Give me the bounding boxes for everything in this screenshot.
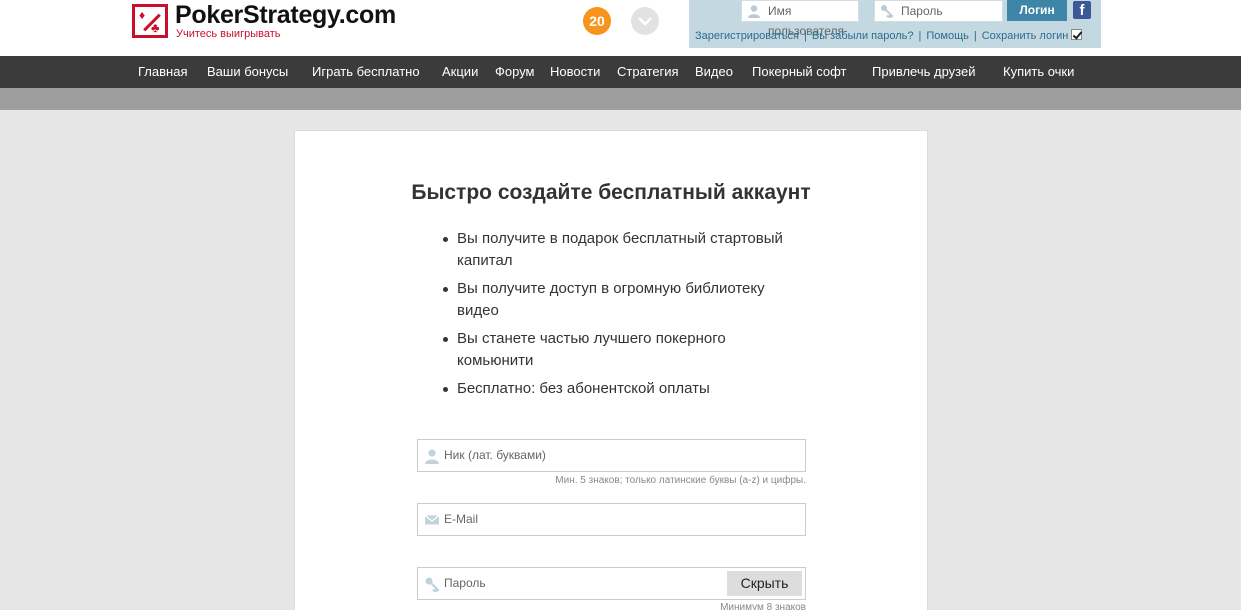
nav-item-invite-friends[interactable]: Привлечь друзей xyxy=(872,56,975,88)
forgot-password-link[interactable]: Вы забыли пароль? xyxy=(812,30,914,42)
benefits-list: Вы получите в подарок бесплатный стартов… xyxy=(443,228,797,406)
logo-name: PokerStrategy.com xyxy=(175,1,396,29)
register-link[interactable]: Зарегистрироваться xyxy=(695,30,799,42)
main-nav: Главная Ваши бонусы Играть бесплатно Акц… xyxy=(0,56,1241,88)
envelope-icon xyxy=(424,514,440,525)
list-item: Вы получите в подарок бесплатный стартов… xyxy=(443,228,797,272)
nickname-placeholder: Ник (лат. буквами) xyxy=(444,448,546,462)
password-placeholder: Пароль xyxy=(444,576,486,590)
nav-item-news[interactable]: Новости xyxy=(550,56,600,88)
list-item: Бесплатно: без абонентской оплаты xyxy=(443,378,797,400)
remember-login-label[interactable]: Сохранить логин xyxy=(982,30,1069,42)
nav-item-bonuses[interactable]: Ваши бонусы xyxy=(207,56,288,88)
nav-item-forum[interactable]: Форум xyxy=(495,56,535,88)
help-link[interactable]: Помощь xyxy=(926,30,969,42)
key-icon xyxy=(881,5,894,18)
signup-card: Быстро создайте бесплатный аккаунт Вы по… xyxy=(294,130,928,610)
password-hint: Минимум 8 знаков xyxy=(720,602,806,610)
signup-title: Быстро создайте бесплатный аккаунт xyxy=(411,181,811,204)
nav-item-play-free[interactable]: Играть бесплатно xyxy=(312,56,420,88)
nav-item-poker-software[interactable]: Покерный софт xyxy=(752,56,847,88)
nickname-hint: Мин. 5 знаков; только латинские буквы (a… xyxy=(555,475,806,486)
site-logo[interactable]: ♦ ♣ PokerStrategy.com Учитесь выигрывать xyxy=(132,1,432,44)
user-icon xyxy=(425,449,439,464)
remember-login-checkbox[interactable] xyxy=(1071,29,1083,40)
nav-item-buy-points[interactable]: Купить очки xyxy=(1003,56,1074,88)
logo-tagline: Учитесь выигрывать xyxy=(176,28,281,40)
list-item: Вы станете частью лучшего покерного комь… xyxy=(443,328,797,372)
logo-icon: ♦ ♣ xyxy=(132,4,168,38)
nav-item-promotions[interactable]: Акции xyxy=(442,56,478,88)
nav-item-strategy[interactable]: Стратегия xyxy=(617,56,679,88)
email-input[interactable]: E-Mail xyxy=(417,503,806,536)
facebook-icon[interactable]: f xyxy=(1073,1,1091,19)
chevron-down-icon[interactable] xyxy=(631,7,659,35)
username-input[interactable]: Имя пользователя xyxy=(741,0,859,38)
nav-item-video[interactable]: Видео xyxy=(695,56,733,88)
list-item: Вы получите доступ в огромную библиотеку… xyxy=(443,278,797,322)
toggle-password-button[interactable]: Скрыть xyxy=(727,571,802,596)
nav-item-home[interactable]: Главная xyxy=(138,56,187,88)
signup-password-input[interactable]: Пароль Скрыть xyxy=(417,567,806,600)
password-placeholder: Пароль xyxy=(901,4,943,18)
email-placeholder: E-Mail xyxy=(444,512,479,526)
password-input[interactable]: Пароль xyxy=(874,0,1003,22)
key-icon xyxy=(425,577,440,592)
login-links: Зарегистрироваться | Вы забыли пароль? | Пом… xyxy=(695,29,1083,42)
user-icon xyxy=(748,5,760,18)
sub-nav-bar xyxy=(0,88,1241,110)
login-button[interactable]: Логин xyxy=(1007,0,1067,21)
nickname-input[interactable]: Ник (лат. буквами) xyxy=(417,439,806,472)
notification-badge[interactable]: 20 xyxy=(583,7,611,35)
site-header: ♦ ♣ PokerStrategy.com Учитесь выигрывать … xyxy=(0,0,1241,56)
login-panel: Имя пользователя Пароль Логин f Зарегист… xyxy=(689,0,1101,48)
